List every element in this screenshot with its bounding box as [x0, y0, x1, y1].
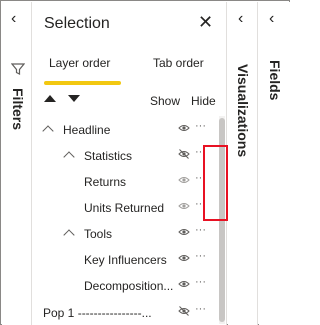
layer-row-pop-1[interactable]: Pop 1 ----------------... ···: [32, 299, 220, 325]
layer-row-statistics[interactable]: Statistics ···: [32, 142, 220, 168]
report-side-panes: ‹ Filters Selection ✕ Layer order Tab or…: [0, 0, 290, 325]
layer-row-units-returned[interactable]: Units Returned ···: [32, 194, 220, 220]
eye-icon[interactable]: [178, 201, 190, 211]
selection-pane: Selection ✕ Layer order Tab order Show H…: [32, 2, 228, 325]
triangle-down-icon[interactable]: [68, 95, 80, 102]
more-options-icon[interactable]: ···: [195, 250, 206, 262]
layer-tree: Headline ··· Statistics ··· Returns ··· …: [32, 116, 220, 325]
eye-icon[interactable]: [178, 227, 190, 237]
chevron-left-icon[interactable]: ‹: [11, 10, 16, 28]
show-all-button[interactable]: Show: [150, 94, 180, 108]
visualizations-pane-label: Visualizations: [235, 64, 251, 158]
active-tab-indicator: [44, 81, 121, 85]
close-icon[interactable]: ✕: [198, 13, 213, 31]
layer-label: Headline: [63, 123, 111, 137]
eye-hidden-icon[interactable]: [178, 306, 190, 316]
layer-row-tools[interactable]: Tools ···: [32, 220, 220, 246]
tab-layer-order[interactable]: Layer order: [49, 56, 110, 70]
layer-row-decomposition[interactable]: Decomposition... ···: [32, 272, 220, 298]
filters-pane-label: Filters: [10, 88, 26, 131]
eye-icon[interactable]: [178, 123, 190, 133]
layer-label: Decomposition...: [84, 279, 174, 293]
chevron-left-icon[interactable]: ‹: [269, 10, 274, 28]
fields-pane-label: Fields: [267, 60, 283, 101]
layer-label: Units Returned: [84, 201, 165, 215]
filters-pane[interactable]: ‹ Filters: [2, 2, 32, 325]
eye-icon[interactable]: [178, 175, 190, 185]
funnel-icon: [11, 63, 25, 75]
layer-row-headline[interactable]: Headline ···: [32, 116, 220, 142]
layer-label: Statistics: [84, 149, 133, 163]
triangle-up-icon[interactable]: [44, 95, 56, 102]
layer-label: Pop 1 ----------------...: [43, 306, 152, 320]
annotation-highlight-box: [203, 145, 228, 221]
fields-pane[interactable]: ‹ Fields: [259, 2, 290, 325]
layer-row-key-influencers[interactable]: Key Influencers ···: [32, 246, 220, 272]
hide-all-button[interactable]: Hide: [191, 94, 216, 108]
eye-icon[interactable]: [178, 279, 190, 289]
layer-label: Tools: [84, 227, 113, 241]
more-options-icon[interactable]: ···: [195, 224, 206, 236]
pane-title: Selection: [44, 15, 110, 32]
eye-hidden-icon[interactable]: [178, 149, 190, 159]
layer-label: Key Influencers: [84, 253, 167, 267]
tab-tab-order[interactable]: Tab order: [153, 56, 204, 70]
chevron-up-icon[interactable]: [63, 151, 75, 163]
more-options-icon[interactable]: ···: [195, 303, 206, 315]
chevron-left-icon[interactable]: ‹: [238, 10, 243, 28]
more-options-icon[interactable]: ···: [195, 120, 206, 132]
visualizations-pane[interactable]: ‹ Visualizations: [228, 2, 258, 325]
more-options-icon[interactable]: ···: [195, 276, 206, 288]
chevron-up-icon[interactable]: [42, 125, 54, 137]
eye-icon[interactable]: [178, 253, 190, 263]
layer-row-returns[interactable]: Returns ···: [32, 168, 220, 194]
layer-label: Returns: [84, 175, 127, 189]
chevron-up-icon[interactable]: [63, 229, 75, 241]
